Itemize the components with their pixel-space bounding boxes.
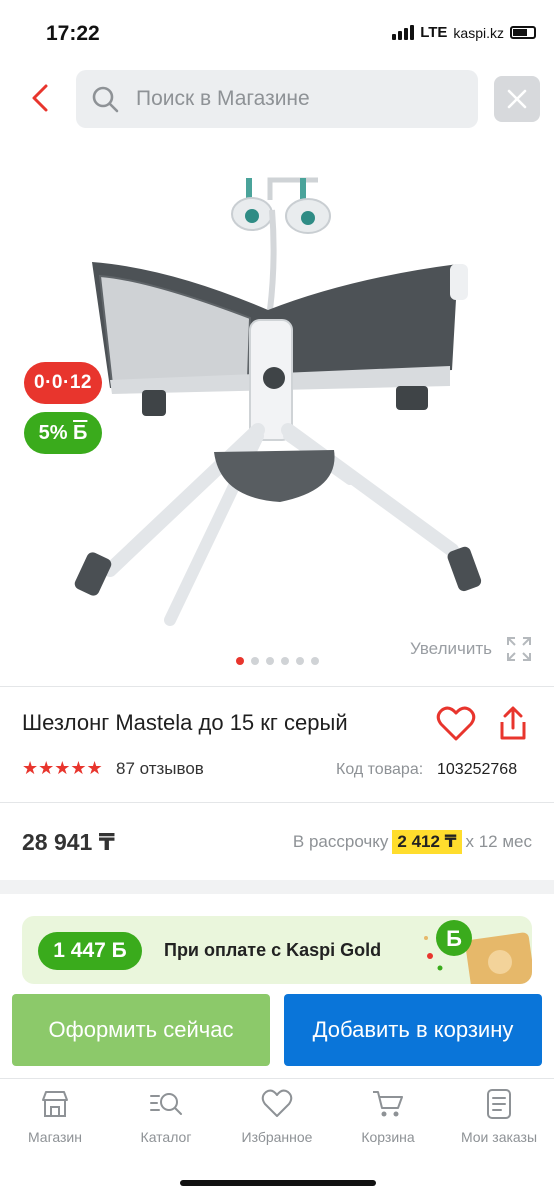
add-to-cart-button[interactable]: Добавить в корзину [284, 994, 542, 1066]
search-icon [90, 84, 120, 114]
installment-badge: 0·0·12 [24, 362, 102, 404]
product-price: 28 941 ₸ [22, 829, 115, 855]
heart-icon [260, 1087, 294, 1121]
installment-prefix: В рассрочку [292, 832, 389, 851]
network-label: LTE [420, 24, 448, 41]
nav-label: Мои заказы [460, 1129, 538, 1145]
nav-cart[interactable]: Корзина [333, 1087, 443, 1145]
pagination-dot[interactable] [296, 657, 304, 665]
pagination-dot[interactable] [311, 657, 319, 665]
cart-icon [371, 1087, 405, 1121]
installment-info[interactable]: В рассрочку 2 412 ₸ x 12 мес [293, 830, 532, 854]
home-indicator[interactable] [180, 1180, 376, 1186]
close-button[interactable] [494, 76, 540, 122]
rating-stars: ★★★★★ [22, 759, 103, 777]
orders-icon [482, 1087, 516, 1121]
nav-label: Избранное [241, 1129, 313, 1145]
status-indicators: LTE kaspi.kz [392, 24, 536, 41]
close-icon [507, 89, 527, 109]
bonus-badge: 5% Б [24, 412, 102, 454]
status-time: 17:22 [46, 22, 100, 45]
product-title: Шезлонг Mastela до 15 кг серый [22, 710, 348, 735]
battery-icon [510, 26, 536, 39]
heart-icon[interactable] [436, 706, 476, 742]
nav-label: Каталог [140, 1129, 192, 1145]
nav-store[interactable]: Магазин [0, 1087, 110, 1145]
pagination-dot[interactable] [251, 657, 259, 665]
sku-value: 103252768 [437, 761, 518, 778]
catalog-search-icon [149, 1087, 183, 1121]
search-placeholder: Поиск в Магазине [136, 87, 310, 110]
section-separator [0, 880, 554, 894]
pagination-dot[interactable] [236, 657, 244, 665]
share-icon[interactable] [496, 706, 530, 742]
installment-amount: 2 412 ₸ [392, 830, 462, 854]
gallery-pagination[interactable] [236, 657, 319, 665]
star-icon: ★★★★★ [22, 758, 103, 778]
search-input[interactable]: Поиск в Магазине [76, 70, 478, 128]
bonus-currency: Б [73, 421, 88, 444]
nav-orders[interactable]: Мои заказы [444, 1087, 554, 1145]
signal-icon [392, 25, 415, 40]
status-bar: 17:22 LTE kaspi.kz [0, 0, 554, 66]
store-icon [38, 1087, 72, 1121]
nav-label: Магазин [27, 1129, 82, 1145]
divider [0, 686, 554, 687]
gold-banner-text: При оплате с Kaspi Gold [164, 940, 382, 960]
pagination-dot[interactable] [266, 657, 274, 665]
pagination-dot[interactable] [281, 657, 289, 665]
kaspi-gold-card-icon: Б [424, 920, 532, 984]
svg-text:Б: Б [446, 926, 462, 951]
checkout-now-button[interactable]: Оформить сейчас [12, 994, 270, 1066]
kaspi-gold-banner[interactable]: 1 447 Б При оплате с Kaspi Gold Б [22, 916, 532, 984]
installment-suffix: x 12 мес [465, 832, 533, 851]
expand-icon[interactable] [506, 636, 532, 662]
nav-favorites[interactable]: Избранное [222, 1087, 332, 1145]
bonus-percent: 5% [38, 421, 68, 444]
search-header: Поиск в Магазине [0, 66, 554, 132]
divider [0, 802, 554, 803]
sku-label: Код товара: [336, 761, 424, 778]
nav-label: Корзина [361, 1129, 415, 1145]
chevron-left-icon [32, 84, 48, 112]
nav-catalog[interactable]: Каталог [111, 1087, 221, 1145]
zoom-label[interactable]: Увеличить [410, 639, 492, 659]
back-button[interactable] [22, 80, 58, 116]
gold-bonus-pill: 1 447 Б [38, 932, 142, 970]
reviews-link[interactable]: 87 отзывов [116, 759, 204, 779]
status-url: kaspi.kz [453, 24, 504, 41]
